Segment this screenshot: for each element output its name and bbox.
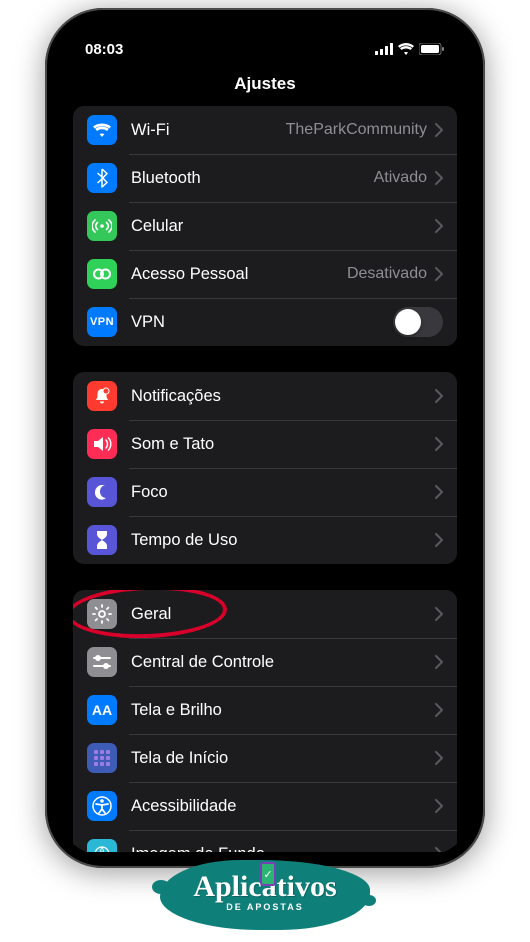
chevron-right-icon: [435, 389, 443, 403]
row-label: Acesso Pessoal: [131, 265, 347, 284]
row-label: Imagem de Fundo: [131, 845, 435, 853]
sound-icon: [87, 429, 117, 459]
homescreen-icon: [87, 743, 117, 773]
row-label: Foco: [131, 483, 435, 502]
row-label: Wi-Fi: [131, 121, 286, 140]
row-wifi[interactable]: Wi-Fi TheParkCommunity: [73, 106, 457, 154]
chevron-right-icon: [435, 703, 443, 717]
cellular-signal-icon: [375, 43, 393, 55]
row-label: Bluetooth: [131, 169, 374, 188]
chevron-right-icon: [435, 267, 443, 281]
status-time: 08:03: [85, 41, 145, 58]
row-label: Som e Tato: [131, 435, 435, 454]
controlcenter-icon: [87, 647, 117, 677]
chevron-right-icon: [435, 533, 443, 547]
row-label: VPN: [131, 313, 393, 332]
row-wallpaper[interactable]: Imagem de Fundo: [73, 830, 457, 852]
logo-phone-icon: ✓: [260, 862, 276, 886]
row-label: Central de Controle: [131, 653, 435, 672]
row-label: Tela e Brilho: [131, 701, 435, 720]
row-label: Acessibilidade: [131, 797, 435, 816]
row-accessibility[interactable]: Acessibilidade: [73, 782, 457, 830]
row-homescreen[interactable]: Tela de Início: [73, 734, 457, 782]
row-bluetooth[interactable]: Bluetooth Ativado: [73, 154, 457, 202]
row-label: Tela de Início: [131, 749, 435, 768]
status-indicators: [365, 43, 445, 55]
chevron-right-icon: [435, 171, 443, 185]
chevron-right-icon: [435, 219, 443, 233]
section-connectivity: Wi-Fi TheParkCommunity Bluetooth Ativado: [73, 106, 457, 346]
row-cellular[interactable]: Celular: [73, 202, 457, 250]
section-alerts: Notificações Som e Tato Foco: [73, 372, 457, 564]
phone-notch: [165, 20, 365, 50]
row-screentime[interactable]: Tempo de Uso: [73, 516, 457, 564]
row-notifications[interactable]: Notificações: [73, 372, 457, 420]
row-sound[interactable]: Som e Tato: [73, 420, 457, 468]
row-label: Tempo de Uso: [131, 531, 435, 550]
row-display[interactable]: AA Tela e Brilho: [73, 686, 457, 734]
screentime-icon: [87, 525, 117, 555]
hotspot-icon: [87, 259, 117, 289]
chevron-right-icon: [435, 607, 443, 621]
chevron-right-icon: [435, 123, 443, 137]
row-label: Geral: [131, 605, 435, 624]
chevron-right-icon: [435, 847, 443, 852]
logo-sub-text: DE APOSTAS: [193, 902, 336, 912]
chevron-right-icon: [435, 437, 443, 451]
row-label: Notificações: [131, 387, 435, 406]
row-hotspot[interactable]: Acesso Pessoal Desativado: [73, 250, 457, 298]
row-value: Desativado: [347, 265, 427, 283]
page-title: Ajustes: [57, 64, 473, 106]
section-device: Geral Central de Controle AA Tela e Bril…: [73, 590, 457, 852]
toggle-knob: [395, 309, 421, 335]
wallpaper-icon: [87, 839, 117, 852]
row-value: TheParkCommunity: [286, 121, 427, 139]
general-icon: [87, 599, 117, 629]
row-controlcenter[interactable]: Central de Controle: [73, 638, 457, 686]
chevron-right-icon: [435, 655, 443, 669]
notifications-icon: [87, 381, 117, 411]
phone-screen: 08:03 Ajustes: [57, 20, 473, 856]
cellular-icon: [87, 211, 117, 241]
bluetooth-icon: [87, 163, 117, 193]
vpn-toggle[interactable]: [393, 307, 443, 337]
phone-frame: 08:03 Ajustes: [45, 8, 485, 868]
display-icon: AA: [87, 695, 117, 725]
wifi-icon: [87, 115, 117, 145]
row-focus[interactable]: Foco: [73, 468, 457, 516]
vpn-icon: VPN: [87, 307, 117, 337]
row-label: Celular: [131, 217, 435, 236]
accessibility-icon: [87, 791, 117, 821]
row-vpn[interactable]: VPN VPN: [73, 298, 457, 346]
row-general[interactable]: Geral: [73, 590, 457, 638]
brand-logo: ✓ Aplicativos DE APOSTAS: [145, 860, 385, 940]
chevron-right-icon: [435, 799, 443, 813]
focus-icon: [87, 477, 117, 507]
wifi-status-icon: [398, 43, 414, 55]
settings-list[interactable]: Wi-Fi TheParkCommunity Bluetooth Ativado: [57, 106, 473, 852]
chevron-right-icon: [435, 751, 443, 765]
chevron-right-icon: [435, 485, 443, 499]
battery-icon: [419, 43, 445, 55]
row-value: Ativado: [374, 169, 427, 187]
